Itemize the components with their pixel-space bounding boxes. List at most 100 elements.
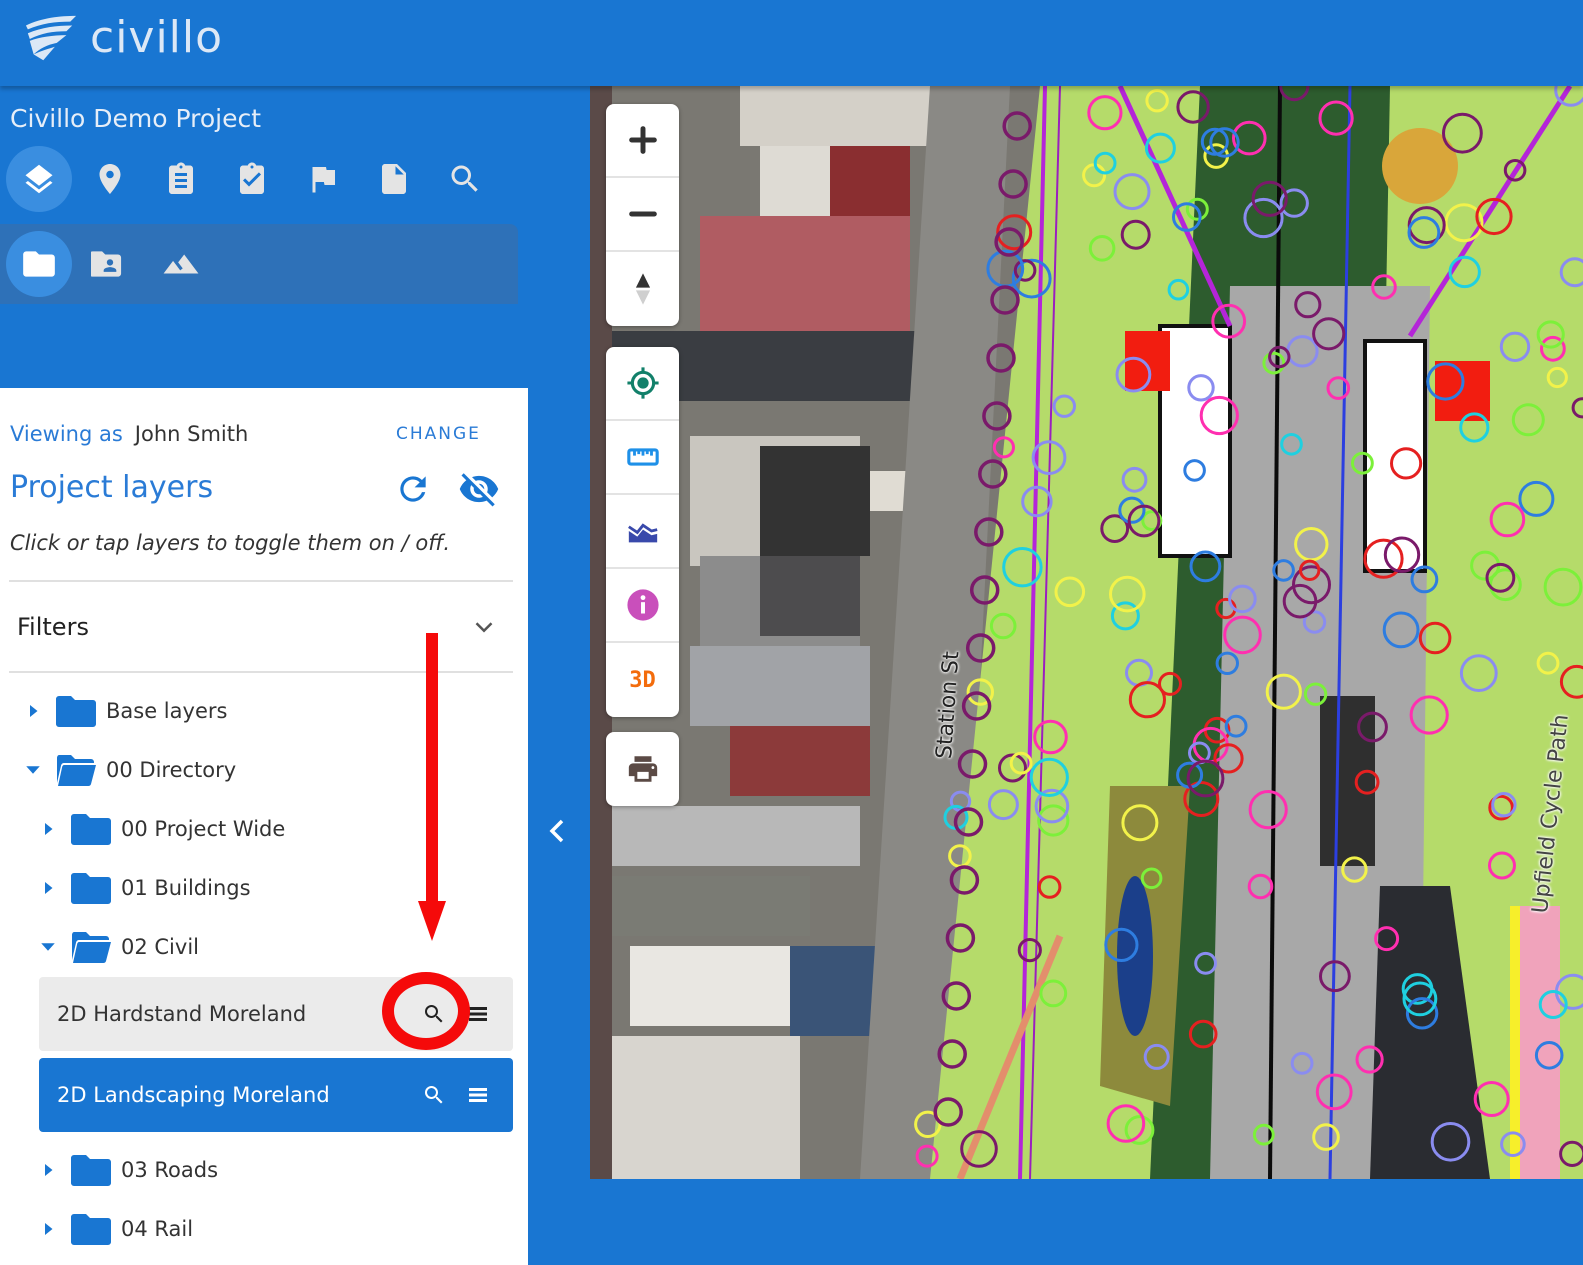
civillo-logo-icon <box>25 15 77 61</box>
caret-right-icon[interactable] <box>37 1159 59 1181</box>
documents-tool-button[interactable] <box>361 146 427 212</box>
civillo-logo[interactable]: civillo <box>22 12 223 66</box>
layer-row-2d-landscaping-moreland[interactable]: 2D Landscaping Moreland <box>39 1058 513 1132</box>
brand-name: civillo <box>90 11 224 63</box>
menu-icon <box>469 1007 487 1021</box>
caret-right-icon[interactable] <box>37 1218 59 1240</box>
filters-expander[interactable]: Filters <box>9 582 513 672</box>
collapse-sidebar-button[interactable] <box>530 776 586 886</box>
folder-icon <box>71 871 111 905</box>
folder-open-icon <box>71 930 111 964</box>
caret-right-icon[interactable] <box>37 818 59 840</box>
tree-folder-03-roads[interactable]: 03 Roads <box>37 1145 218 1195</box>
tree-folder-00-directory[interactable]: 00 Directory <box>22 745 236 795</box>
reset-north-button[interactable] <box>606 252 679 326</box>
search-icon <box>425 1086 443 1104</box>
layer-menu-button[interactable] <box>461 1078 495 1112</box>
search-icon <box>425 1005 443 1023</box>
my-location-button[interactable] <box>606 347 679 421</box>
change-user-button[interactable]: CHANGE <box>396 424 481 444</box>
caret-right-icon[interactable] <box>37 877 59 899</box>
folder-icon <box>71 812 111 846</box>
user-layers-tab[interactable] <box>77 231 143 297</box>
panel-title: Project layers <box>10 470 214 505</box>
print-group <box>606 732 679 806</box>
sidebar: Civillo Demo Project Viewing as John Smi… <box>0 86 590 1265</box>
tree-folder-04-rail[interactable]: 04 Rail <box>37 1204 193 1254</box>
ruler-icon <box>626 448 659 466</box>
layer-row-2d-hardstand-moreland[interactable]: 2D Hardstand Moreland <box>39 977 513 1051</box>
layer-label: 2D Hardstand Moreland <box>57 1002 307 1026</box>
tree-label: 03 Roads <box>121 1158 219 1182</box>
crosshair-location-icon <box>626 367 659 399</box>
map-view[interactable]: Station St Upfield Cycle Path 3D <box>590 86 1583 1179</box>
caret-right-icon[interactable] <box>22 700 44 722</box>
folder-icon <box>71 1212 111 1246</box>
tree-folder-base-layers[interactable]: Base layers <box>22 686 227 736</box>
layers-hint: Click or tap layers to toggle them on / … <box>10 531 451 555</box>
document-icon <box>382 164 406 194</box>
tasks-tool-button[interactable] <box>219 146 285 212</box>
folder-icon <box>71 1153 111 1187</box>
clipboard-list-icon <box>169 162 193 194</box>
tree-label: Base layers <box>106 699 228 723</box>
measure-button[interactable] <box>606 421 679 495</box>
issues-tool-button[interactable] <box>290 146 356 212</box>
minus-icon <box>628 211 657 217</box>
printer-icon <box>628 756 657 782</box>
layer-label: 2D Landscaping Moreland <box>57 1083 330 1107</box>
search-tool-button[interactable] <box>432 146 498 212</box>
layers-icon <box>25 164 53 194</box>
tree-label: 02 Civil <box>121 935 199 959</box>
viewing-as: Viewing as John Smith <box>10 422 248 446</box>
refresh-icon[interactable] <box>394 470 432 508</box>
search-icon <box>451 165 478 192</box>
3d-view-button[interactable]: 3D <box>606 643 679 717</box>
layer-menu-button[interactable] <box>461 997 495 1031</box>
location-pin-icon <box>99 164 121 194</box>
3d-label: 3D <box>629 667 656 693</box>
layers-tool-button[interactable] <box>6 146 72 212</box>
zoom-control-group <box>606 104 679 326</box>
landscape-symbols <box>914 86 1583 1168</box>
zoom-in-button[interactable] <box>606 104 679 178</box>
tree-label: 00 Project Wide <box>121 817 286 841</box>
main-toolbar <box>6 146 503 212</box>
zoom-to-layer-button[interactable] <box>417 1078 451 1112</box>
feature-info-button[interactable] <box>606 569 679 643</box>
filters-label: Filters <box>17 613 89 641</box>
divider <box>9 671 513 673</box>
tree-label: 01 Buildings <box>121 876 251 900</box>
terrain-tab[interactable] <box>148 231 214 297</box>
tree-label: 04 Rail <box>121 1217 194 1241</box>
folder-open-icon <box>56 753 96 787</box>
tree-label: 00 Directory <box>106 758 237 782</box>
viewing-as-user: John Smith <box>134 422 249 446</box>
chevron-down-icon <box>475 622 493 633</box>
elevation-profile-icon <box>627 523 658 543</box>
tree-folder-00-project-wide[interactable]: 00 Project Wide <box>37 804 285 854</box>
chevron-left-icon <box>549 819 564 843</box>
compass-icon <box>635 273 650 305</box>
tree-folder-01-buildings[interactable]: 01 Buildings <box>37 863 251 913</box>
flag-icon <box>312 167 335 193</box>
map-tools-group: 3D <box>606 347 679 717</box>
plus-icon <box>628 126 657 154</box>
project-layers-panel: Viewing as John Smith CHANGE Project laye… <box>0 388 528 1265</box>
caret-down-icon[interactable] <box>22 759 44 781</box>
info-icon <box>626 589 659 621</box>
elevation-profile-button[interactable] <box>606 495 679 569</box>
hide-all-layers-icon[interactable] <box>456 468 502 510</box>
project-title: Civillo Demo Project <box>10 104 262 133</box>
zoom-to-layer-button[interactable] <box>417 997 451 1031</box>
print-button[interactable] <box>606 732 679 806</box>
caret-down-icon[interactable] <box>37 936 59 958</box>
zoom-out-button[interactable] <box>606 178 679 252</box>
locations-tool-button[interactable] <box>77 146 143 212</box>
viewing-as-label: Viewing as <box>10 422 123 446</box>
layers-subtoolbar <box>0 224 518 304</box>
folder-icon <box>23 251 55 277</box>
project-layers-tab[interactable] <box>6 231 72 297</box>
tree-folder-02-civil[interactable]: 02 Civil <box>37 922 199 972</box>
forms-tool-button[interactable] <box>148 146 214 212</box>
